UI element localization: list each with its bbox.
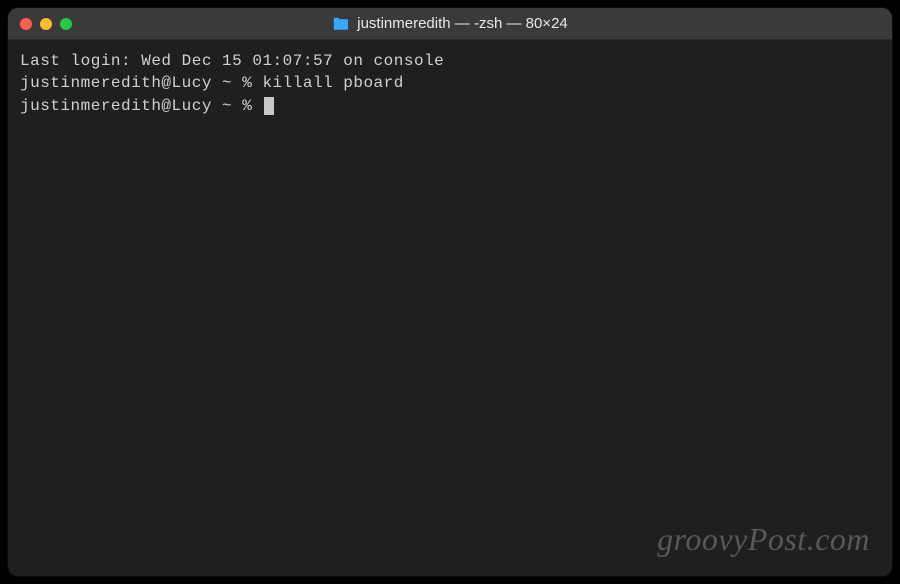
titlebar[interactable]: justinmeredith — -zsh — 80×24 [8,8,892,40]
terminal-line: justinmeredith@Lucy ~ % [20,95,880,117]
traffic-lights [20,18,72,30]
terminal-line: justinmeredith@Lucy ~ % killall pboard [20,72,880,94]
window-title-container: justinmeredith — -zsh — 80×24 [332,15,568,32]
close-icon[interactable] [20,18,32,30]
watermark: groovyPost.com [657,521,870,558]
terminal-window: justinmeredith — -zsh — 80×24 Last login… [8,8,892,576]
folder-icon [332,17,349,31]
last-login-line: Last login: Wed Dec 15 01:07:57 on conso… [20,50,880,72]
cursor-block [264,97,274,115]
maximize-icon[interactable] [60,18,72,30]
prompt: justinmeredith@Lucy ~ % [20,97,262,115]
command-text: killall pboard [262,74,403,92]
terminal-body[interactable]: Last login: Wed Dec 15 01:07:57 on conso… [8,40,892,576]
window-title: justinmeredith — -zsh — 80×24 [357,15,568,32]
minimize-icon[interactable] [40,18,52,30]
prompt: justinmeredith@Lucy ~ % [20,74,262,92]
